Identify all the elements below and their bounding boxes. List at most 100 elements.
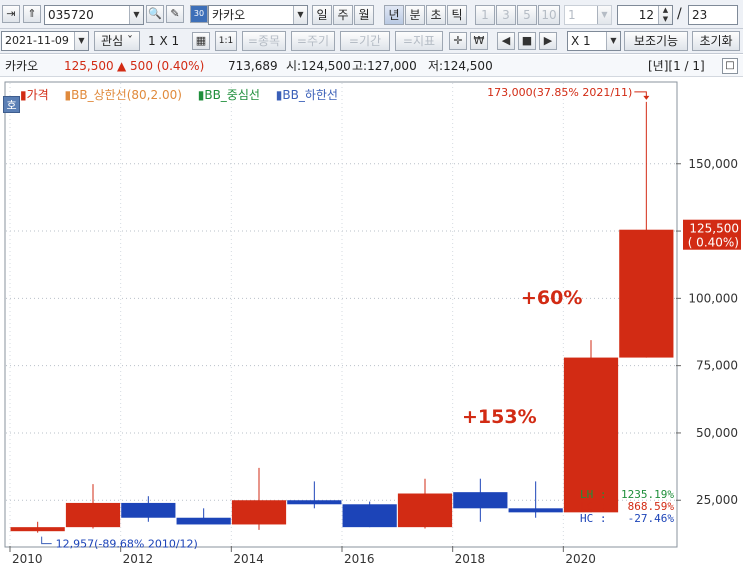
legend-price: ▮가격 xyxy=(20,88,49,102)
y-tick-label: 150,000 xyxy=(688,157,738,171)
period-month-button[interactable]: 월 xyxy=(354,5,374,25)
scroll-left-icon[interactable]: ◀ xyxy=(497,32,515,50)
candlestick-chart: 25,00050,00075,000100,000125,000150,000 … xyxy=(4,81,741,566)
info-low: 저:124,500 xyxy=(428,59,493,73)
info-open: 시:124,500 xyxy=(286,59,351,73)
stock-code-value: 035720 xyxy=(48,8,94,22)
legend-bb-upper: ▮BB_상한선(80,2.00) xyxy=(64,88,182,102)
period-week-button[interactable]: 주 xyxy=(333,5,353,25)
legend-bb-upper-label: BB_상한선(80,2.00) xyxy=(71,88,182,102)
x-tick-label: 2018 xyxy=(455,552,486,566)
grid-table-icon[interactable]: ▦ xyxy=(192,32,210,50)
num-1-button[interactable]: 1 xyxy=(475,5,495,25)
info-page: [년][1 / 1] xyxy=(648,59,705,73)
custom-num-value: 1 xyxy=(568,8,576,22)
period-tick-button[interactable]: 틱 xyxy=(447,5,467,25)
code-dropdown-icon[interactable]: ▼ xyxy=(129,6,143,24)
slash-separator: / xyxy=(677,6,682,22)
gain-2020-annotation: +153% xyxy=(462,406,537,428)
total-input[interactable]: 23 xyxy=(688,5,738,25)
info-price: 125,500 xyxy=(64,59,114,73)
stock-name-value: 카카오 xyxy=(212,8,246,22)
ho-button[interactable]: 호 xyxy=(3,96,20,113)
y-tick-label: 25,000 xyxy=(696,493,738,507)
multiplier-dropdown-icon[interactable]: ▼ xyxy=(606,32,620,50)
candle-body xyxy=(10,527,65,532)
legend-price-label: 가격 xyxy=(26,88,49,102)
x-tick-label: 2016 xyxy=(344,552,375,566)
market-icon: 30 xyxy=(190,5,208,23)
info-high: 고:127,000 xyxy=(352,59,417,73)
term-compare-button[interactable]: =기간 xyxy=(340,31,390,51)
period-second-button[interactable]: 초 xyxy=(426,5,446,25)
date-dropdown-icon[interactable]: ▼ xyxy=(74,32,88,50)
last-price-change: ( 0.40%) xyxy=(688,236,739,250)
period-compare-button[interactable]: =주기 xyxy=(291,31,335,51)
chart-legend: ▮가격 ▮BB_상한선(80,2.00) ▮BB_중심선 ▮BB_하한선 xyxy=(20,86,350,103)
y-axis: 25,00050,00075,000100,000125,000150,000 xyxy=(676,157,738,507)
stat-key: HC : xyxy=(580,512,607,525)
candle-body xyxy=(508,508,563,513)
up-arrow-icon[interactable]: ⇑ xyxy=(23,5,41,23)
candle-body xyxy=(231,500,287,525)
indicator-compare-button[interactable]: =지표 xyxy=(395,31,443,51)
max-price-annotation: 173,000(37.85% 2021/11) xyxy=(487,86,632,99)
count-spinner-icon[interactable]: ▲ ▼ xyxy=(658,6,672,24)
info-change: ▲ 500 (0.40%) xyxy=(117,59,205,73)
candle-body xyxy=(121,502,176,518)
date-value: 2021-11-09 xyxy=(5,34,69,47)
search-icon[interactable]: 🔍 xyxy=(146,5,164,23)
candle-body xyxy=(65,502,121,528)
stop-icon[interactable]: ■ xyxy=(518,32,536,50)
num-3-button[interactable]: 3 xyxy=(496,5,516,25)
num-10-button[interactable]: 10 xyxy=(538,5,560,25)
legend-bb-lower-label: BB_하한선 xyxy=(282,88,338,102)
crosshair-icon[interactable]: ✛ xyxy=(449,32,467,50)
quote-info-bar: 카카오 125,500 ▲ 500 (0.40%) 713,689 시:124,… xyxy=(0,55,743,77)
gain-2021-annotation: +60% xyxy=(521,287,582,309)
toolbar-top: ⇥ ⇑ 035720 ▼ 🔍 ✎ 30 카카오 ▼ 일 주 월 년 분 초 틱 … xyxy=(0,0,743,29)
x-tick-label: 2012 xyxy=(123,552,154,566)
candle-body xyxy=(287,500,342,505)
info-volume: 713,689 xyxy=(228,59,278,73)
info-stock-name: 카카오 xyxy=(5,59,39,73)
total-value: 23 xyxy=(692,8,708,22)
min-price-annotation: 12,957(-89.68% 2010/12) xyxy=(56,538,198,551)
stat-value: -27.46% xyxy=(628,512,675,525)
name-dropdown-icon[interactable]: ▼ xyxy=(293,6,307,24)
legend-bb-mid: ▮BB_중심선 xyxy=(197,88,260,102)
last-price-value: 125,500 xyxy=(689,222,739,236)
toolbar-bottom: 2021-11-09 ▼ 관심 ˇ 1 X 1 ▦ 1:1 =종목 =주기 =기… xyxy=(0,29,743,54)
candle-body xyxy=(176,517,231,525)
y-tick-label: 75,000 xyxy=(696,359,738,373)
reset-button[interactable]: 초기화 xyxy=(692,31,740,51)
count-value: 12 xyxy=(638,8,654,22)
candle-body xyxy=(397,493,453,528)
pin-icon[interactable]: ⇥ xyxy=(2,5,20,23)
y-tick-label: 50,000 xyxy=(696,426,738,440)
x-tick-label: 2014 xyxy=(233,552,264,566)
grid-label: 1 X 1 xyxy=(148,34,180,48)
interest-button[interactable]: 관심 ˇ xyxy=(94,31,140,51)
stock-compare-button[interactable]: =종목 xyxy=(242,31,286,51)
period-day-button[interactable]: 일 xyxy=(312,5,332,25)
legend-bb-mid-label: BB_중심선 xyxy=(204,88,260,102)
num-5-button[interactable]: 5 xyxy=(517,5,537,25)
period-minute-button[interactable]: 분 xyxy=(405,5,425,25)
interest-label: 관심 xyxy=(101,34,124,48)
custom-num-dropdown-icon[interactable]: ▼ xyxy=(597,6,611,24)
maximize-icon[interactable]: □ xyxy=(722,58,738,74)
period-year-button[interactable]: 년 xyxy=(384,5,404,25)
candle-body xyxy=(619,229,674,358)
x-tick-label: 2020 xyxy=(565,552,596,566)
aux-function-button[interactable]: 보조기능 xyxy=(624,31,688,51)
ratio-1to1-button[interactable]: 1:1 xyxy=(215,31,237,51)
x-tick-label: 2010 xyxy=(12,552,43,566)
legend-bb-lower: ▮BB_하한선 xyxy=(275,88,338,102)
won-icon[interactable]: ₩ xyxy=(470,32,488,50)
candle-body xyxy=(453,492,508,509)
candle-body xyxy=(342,504,397,528)
y-tick-label: 100,000 xyxy=(688,291,738,305)
tool-icon[interactable]: ✎ xyxy=(166,5,184,23)
scroll-right-icon[interactable]: ▶ xyxy=(539,32,557,50)
